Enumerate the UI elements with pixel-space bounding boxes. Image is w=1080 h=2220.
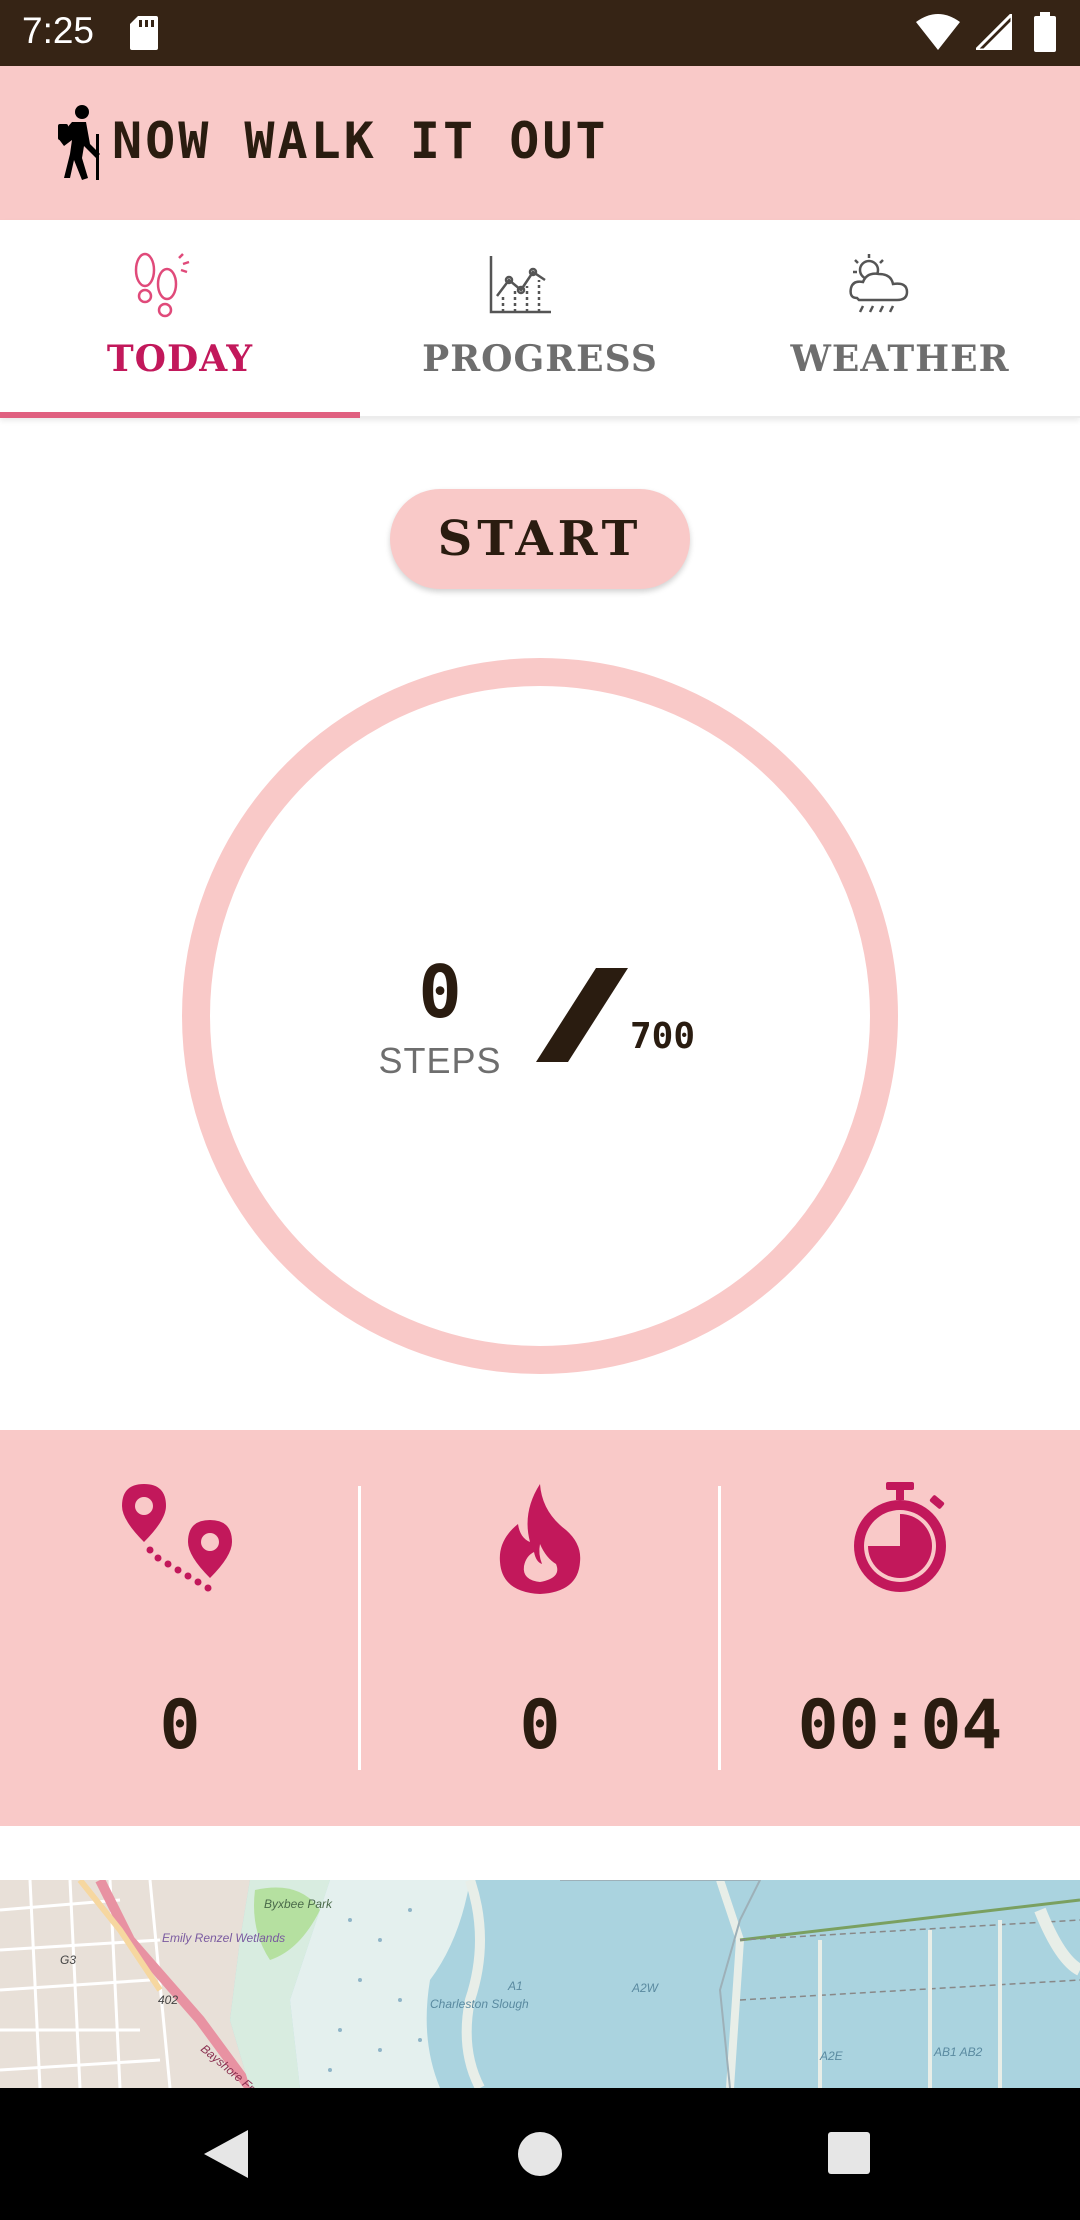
status-bar: 7:25 bbox=[0, 0, 1080, 66]
map-label: G3 bbox=[60, 1953, 76, 1967]
stat-distance: 0 bbox=[0, 1430, 360, 1826]
map-label: Charleston Slough bbox=[430, 1997, 529, 2011]
map-view[interactable]: Byxbee Park Emily Renzel Wetlands Charle… bbox=[0, 1880, 1080, 2088]
map-label: A2E bbox=[819, 2049, 844, 2063]
route-icon bbox=[122, 1484, 232, 1592]
stopwatch-icon bbox=[854, 1482, 946, 1592]
map-label: A2W bbox=[631, 1981, 660, 1995]
stat-distance-value: 0 bbox=[159, 1686, 201, 1765]
tab-progress-label: PROGRESS bbox=[422, 338, 658, 380]
map-label: Byxbee Park bbox=[264, 1897, 333, 1911]
status-time: 7:25 bbox=[22, 10, 95, 51]
map-label: Emily Renzel Wetlands bbox=[162, 1931, 285, 1945]
sd-card-icon bbox=[130, 16, 158, 50]
wifi-icon bbox=[916, 14, 960, 50]
back-icon[interactable] bbox=[204, 2130, 248, 2178]
tab-bar: TODAY PROGRESS WEATHER bbox=[0, 220, 1080, 418]
tab-progress[interactable]: PROGRESS bbox=[360, 220, 720, 418]
signal-icon bbox=[976, 14, 1012, 50]
stat-calories: 0 bbox=[360, 1430, 720, 1826]
recents-icon[interactable] bbox=[828, 2132, 870, 2174]
start-button[interactable]: START bbox=[390, 489, 690, 589]
steps-divider-slash bbox=[536, 968, 628, 1062]
tab-today-label: TODAY bbox=[106, 338, 254, 380]
line-chart-icon bbox=[489, 256, 551, 314]
stats-panel: 0 0 00:04 bbox=[0, 1430, 1080, 1826]
tab-today[interactable]: TODAY bbox=[0, 220, 360, 418]
system-nav-bar bbox=[0, 2088, 1080, 2220]
app-title: NOW WALK IT OUT bbox=[112, 112, 609, 170]
app-bar: NOW WALK IT OUT bbox=[0, 66, 1080, 220]
map-label: 402 bbox=[158, 1993, 178, 2007]
footprints-icon bbox=[134, 252, 190, 318]
stat-time: 00:04 bbox=[720, 1430, 1080, 1826]
tab-weather[interactable]: WEATHER bbox=[720, 220, 1080, 418]
home-icon[interactable] bbox=[518, 2132, 562, 2176]
steps-goal: 700 bbox=[630, 1016, 696, 1057]
tab-weather-label: WEATHER bbox=[790, 338, 1010, 380]
map-label: A1 bbox=[507, 1979, 523, 1993]
stat-time-value: 00:04 bbox=[797, 1686, 1003, 1765]
map-label: AB1 AB2 bbox=[933, 2045, 983, 2059]
stat-calories-value: 0 bbox=[519, 1686, 561, 1765]
flame-icon bbox=[499, 1484, 581, 1594]
sun-cloud-rain-icon bbox=[849, 254, 909, 313]
steps-count: 0 bbox=[418, 950, 462, 1034]
tab-indicator bbox=[0, 412, 360, 418]
hiker-icon bbox=[58, 105, 100, 180]
battery-icon bbox=[1034, 12, 1056, 52]
steps-label: STEPS bbox=[378, 1040, 502, 1081]
